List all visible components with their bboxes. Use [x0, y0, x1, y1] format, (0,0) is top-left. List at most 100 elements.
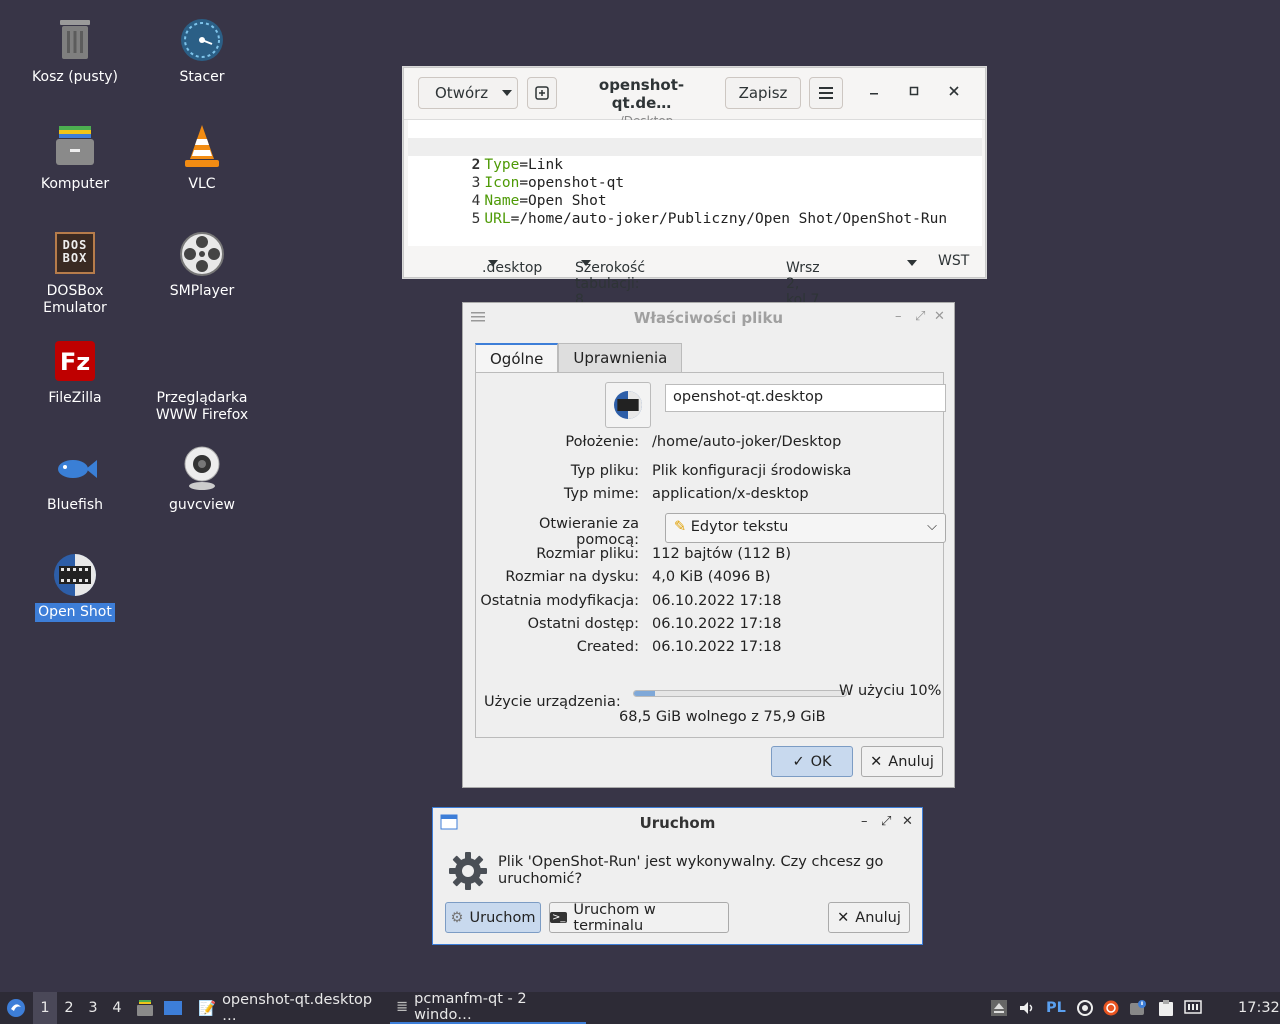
editor-statusbar: .desktop Szerokość tabulacji: 8 Wrsz 2, … [404, 246, 985, 308]
open-with-select[interactable]: ✎ Edytor tekstu ⌵ [665, 513, 946, 543]
accessed-value: 06.10.2022 17:18 [652, 616, 782, 632]
desktop-icon-dosbox[interactable]: DOS BOX DOSBox Emulator [20, 230, 130, 318]
notification-icon[interactable] [1129, 1000, 1147, 1016]
disk-size-label: Rozmiar na dysku: [505, 569, 639, 585]
desktop-icon-label: DOSBox Emulator [43, 283, 107, 316]
cancel-icon: ✕ [837, 909, 850, 926]
cancel-button[interactable]: ✕ Anuluj [828, 902, 910, 933]
desktop-icon-filezilla[interactable]: Fz FileZilla [20, 337, 130, 408]
maximize-button[interactable] [904, 84, 924, 100]
new-tab-button[interactable] [527, 77, 557, 109]
hamburger-menu-icon [819, 87, 833, 99]
filename-field[interactable]: openshot-qt.desktop [665, 384, 946, 412]
cancel-button-label: Anuluj [855, 909, 901, 926]
close-icon[interactable]: ✕ [902, 814, 913, 829]
code-key: URL [484, 211, 511, 227]
open-with-value: Edytor tekstu [690, 519, 789, 535]
eject-icon[interactable] [990, 1000, 1008, 1016]
taskbar: 1 2 3 4 📝 openshot-qt.desktop … ≣ pcmanf… [0, 991, 1280, 1024]
gear-icon [449, 852, 487, 890]
smplayer-icon [178, 230, 226, 278]
desktop-icon-computer[interactable]: Komputer [20, 123, 130, 194]
file-type-label: Typ pliku: [570, 463, 639, 479]
desktop-icon-label: VLC [188, 176, 216, 192]
update-notifier-icon[interactable] [1102, 1000, 1120, 1016]
task-file-manager[interactable]: ≣ pcmanfm-qt - 2 windo… [390, 991, 586, 1024]
desktop-icon-label: Komputer [40, 176, 110, 192]
maximize-icon[interactable]: ⤢ [881, 814, 891, 829]
task-text-editor[interactable]: 📝 openshot-qt.desktop … [192, 992, 384, 1024]
device-free-space: 68,5 GiB wolnego z 75,9 GiB [619, 709, 826, 725]
maximize-icon[interactable]: ⤢ [915, 309, 925, 324]
workspace-2[interactable]: 2 [57, 992, 81, 1024]
desktop-icon-label: Bluefish [47, 497, 103, 513]
cancel-button[interactable]: ✕ Anuluj [861, 746, 943, 777]
workspace-1[interactable]: 1 [33, 992, 57, 1024]
close-button[interactable] [944, 84, 964, 100]
disk-size-value: 4,0 KiB (4096 B) [652, 569, 771, 585]
file-size-value: 112 bajtów (112 B) [652, 546, 791, 562]
dosbox-icon: DOS BOX [51, 230, 99, 278]
workspace-4[interactable]: 4 [105, 992, 129, 1024]
workspace-3[interactable]: 3 [81, 992, 105, 1024]
save-button[interactable]: Zapisz [725, 77, 801, 109]
minimize-icon [870, 93, 878, 95]
insert-mode-indicator[interactable]: WST [938, 253, 969, 269]
accessed-label: Ostatni dostęp: [527, 616, 639, 632]
svg-text:Fz: Fz [60, 348, 90, 376]
desktop-icon-bluefish[interactable]: Bluefish [20, 444, 130, 515]
vlc-icon [178, 123, 226, 171]
run-in-terminal-label: Uruchom w terminalu [573, 901, 656, 934]
clipboard-icon[interactable] [1157, 1000, 1175, 1016]
chevron-down-icon [488, 260, 498, 266]
window-list-icon: ≣ [396, 999, 409, 1015]
start-menu-button[interactable] [4, 992, 28, 1024]
clock[interactable]: 17:32 [1238, 992, 1280, 1024]
close-icon [949, 86, 959, 96]
minimize-icon[interactable]: – [895, 309, 902, 324]
close-icon[interactable]: ✕ [934, 309, 945, 324]
open-button[interactable]: Otwórz [418, 77, 518, 109]
run-button[interactable]: ⚙ Uruchom [445, 902, 541, 933]
desktop-icon-vlc[interactable]: VLC [147, 123, 257, 194]
dialog-titlebar: Właściwości pliku – ⤢ ✕ [463, 303, 954, 332]
desktop-icon-smplayer[interactable]: SMPlayer [147, 230, 257, 301]
cancel-icon: ✕ [870, 753, 883, 770]
monitor-icon[interactable] [1184, 1000, 1202, 1016]
minimize-button[interactable] [864, 84, 884, 100]
minimize-icon[interactable]: – [861, 814, 868, 829]
ok-button[interactable]: ✓ OK [771, 746, 853, 777]
keyboard-layout-indicator[interactable]: PL [1046, 992, 1066, 1024]
location-label: Położenie: [565, 434, 639, 450]
filezilla-icon: Fz [51, 337, 99, 385]
desktop-icon-trash[interactable]: Kosz (pusty) [20, 16, 130, 87]
change-icon-button[interactable] [605, 382, 651, 428]
text-editor-icon: 📝 [198, 1000, 217, 1017]
desktop-icon-stacer[interactable]: Stacer [147, 16, 257, 87]
mime-type-value: application/x-desktop [652, 486, 809, 502]
menu-button[interactable] [809, 77, 843, 109]
desktop-icon-openshot[interactable]: Open Shot [20, 551, 130, 622]
run-in-terminal-button[interactable]: >_ Uruchom w terminalu [549, 901, 729, 934]
tab-permissions[interactable]: Uprawnienia [558, 343, 683, 373]
terminal-icon: >_ [550, 912, 568, 923]
webcam-icon [178, 444, 226, 492]
file-properties-dialog: Właściwości pliku – ⤢ ✕ Ogólne Uprawnien… [462, 302, 955, 788]
network-icon[interactable] [1076, 1000, 1094, 1016]
general-panel: openshot-qt.desktop Położenie: /home/aut… [475, 372, 946, 738]
volume-icon[interactable] [1018, 1000, 1036, 1016]
file-manager-launcher[interactable] [135, 992, 155, 1024]
editor-title: openshot-qt.de… [598, 76, 685, 112]
chevron-down-icon [581, 260, 591, 266]
desktop-icon-label: Kosz (pusty) [32, 69, 118, 85]
desktop-icon-firefox[interactable]: Przeglądarka WWW Firefox [147, 337, 257, 425]
task-label: openshot-qt.desktop … [222, 992, 373, 1024]
show-desktop-button[interactable] [162, 992, 184, 1024]
tab-general[interactable]: Ogólne [475, 343, 559, 373]
editor-text-area[interactable]: 1[Desktop Entry] 2Type=Link 3Icon=opensh… [408, 120, 982, 246]
modified-value: 06.10.2022 17:18 [652, 593, 782, 609]
device-usage-percent: W użyciu 10% [839, 683, 942, 699]
tab-width-label: Szerokość tabulacji: 8 [575, 260, 646, 308]
dosbox-logo: DOS BOX [55, 232, 95, 274]
desktop-icon-guvcview[interactable]: guvcview [147, 444, 257, 515]
